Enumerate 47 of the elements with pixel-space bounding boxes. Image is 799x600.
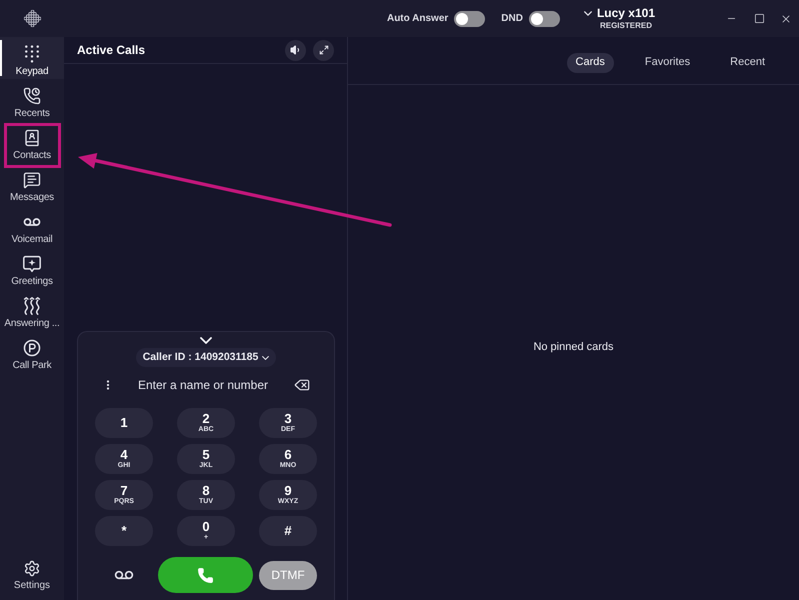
settings-icon — [23, 560, 41, 577]
sidebar-item[interactable]: Keypad — [0, 37, 64, 79]
dial-key[interactable]: # — [259, 516, 317, 546]
settings-item[interactable]: Settings — [0, 550, 64, 592]
toggle-switch[interactable] — [454, 10, 486, 26]
chevron-down-icon — [584, 11, 592, 16]
sidebar-item[interactable]: Call Park — [0, 331, 64, 373]
close-icon — [780, 12, 792, 24]
collapse-button[interactable] — [200, 337, 212, 344]
message-star-icon — [23, 255, 41, 273]
expand-icon — [318, 45, 328, 55]
tab[interactable]: Recent — [721, 52, 774, 72]
contact-book-icon — [23, 129, 41, 147]
tab[interactable]: Cards — [566, 52, 614, 72]
speaker-icon — [290, 44, 302, 56]
tab[interactable]: Favorites — [636, 52, 700, 72]
keypad-icon — [23, 45, 41, 63]
toggle-switch[interactable] — [528, 10, 560, 26]
sidebar-item[interactable]: Recents — [0, 79, 64, 121]
dial-input[interactable]: Enter a name or number — [114, 376, 292, 394]
sidebar-item[interactable]: Voicemail — [0, 205, 64, 247]
dial-key[interactable]: * — [95, 516, 153, 546]
maximize-icon — [754, 13, 764, 24]
account-menu[interactable]: Lucy x101 REGISTERED — [584, 6, 655, 31]
phone-icon — [197, 566, 214, 584]
logo-icon — [24, 10, 40, 27]
sidebar-item[interactable]: Greetings — [0, 247, 64, 289]
chevron-down-icon — [262, 356, 270, 360]
toggle-label: Auto Answer — [386, 12, 448, 26]
message-icon — [23, 171, 41, 189]
empty-message: No pinned cards — [533, 340, 614, 356]
wavy-lines-icon — [23, 297, 41, 315]
backspace-button[interactable] — [292, 377, 312, 393]
sidebar-item[interactable]: Messages — [0, 163, 64, 205]
backspace-icon — [292, 377, 312, 393]
panel-title: Active Calls — [77, 42, 146, 59]
dial-key[interactable]: 1 — [95, 408, 153, 438]
expand-button[interactable] — [313, 40, 334, 60]
parking-icon — [23, 339, 41, 357]
chevron-down-icon — [200, 337, 212, 344]
call-button[interactable] — [158, 557, 253, 593]
sidebar-item[interactable]: Contacts — [0, 121, 64, 163]
sidebar-item[interactable]: Answering ... — [0, 289, 64, 331]
phone-clock-icon — [23, 87, 41, 105]
speaker-button[interactable] — [285, 40, 306, 60]
toggle-label: DND — [501, 12, 523, 26]
caller-id-dropdown[interactable]: Caller ID : 14092031185 — [136, 348, 276, 367]
